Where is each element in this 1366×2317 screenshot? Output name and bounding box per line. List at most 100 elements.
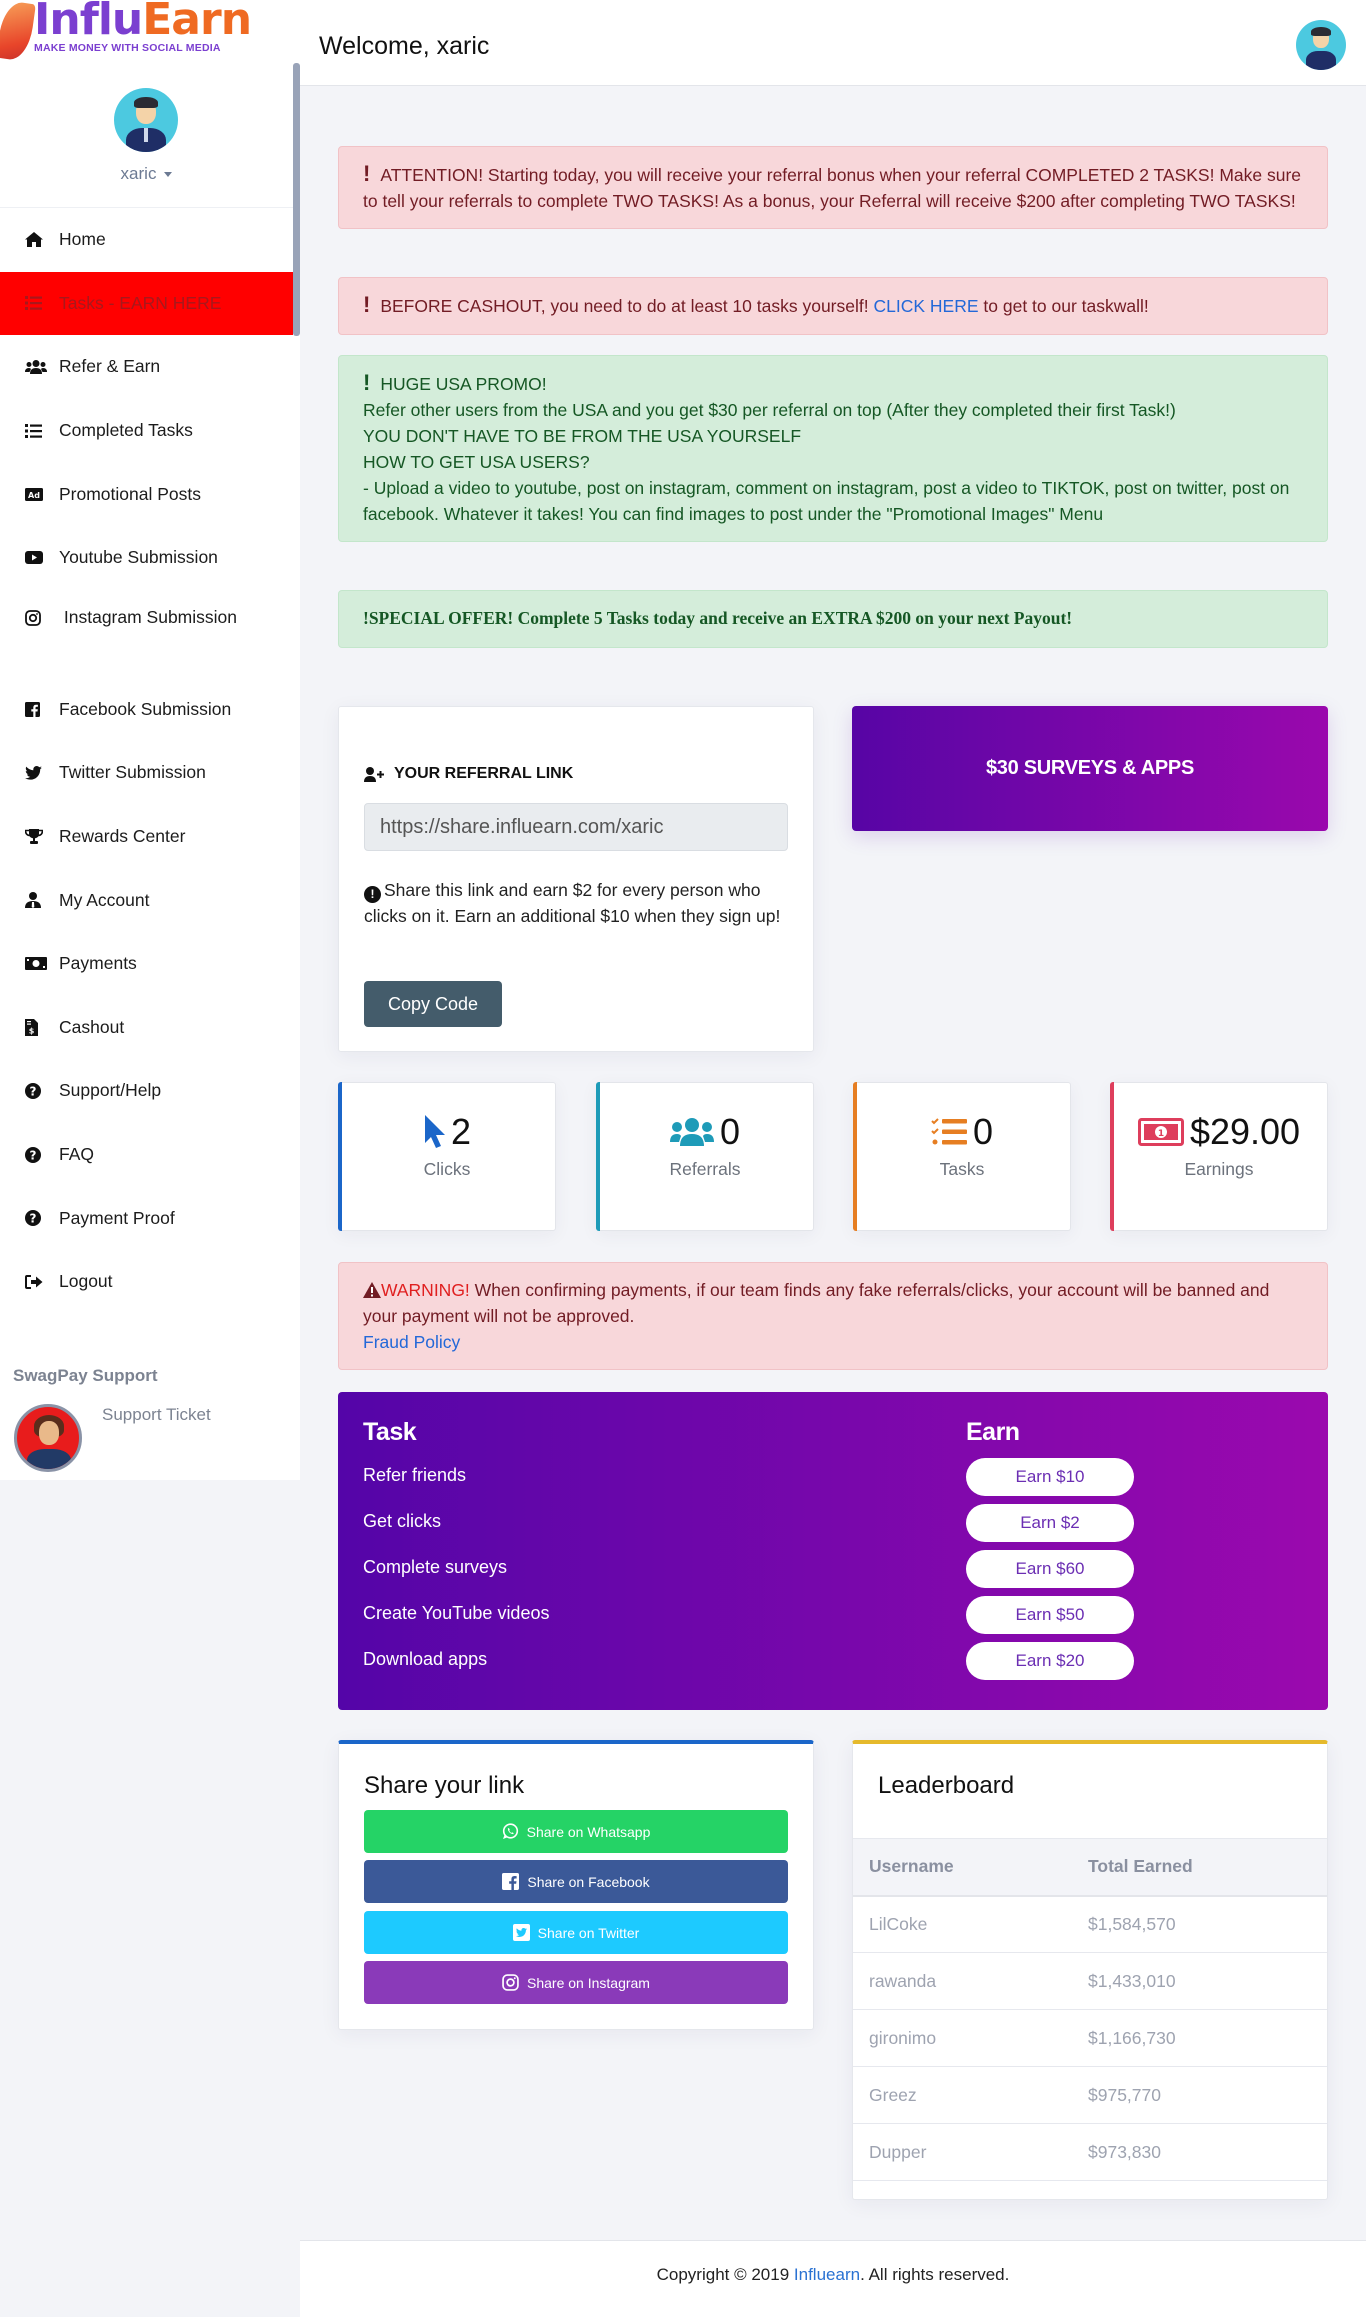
earn-button[interactable]: Earn $2 xyxy=(966,1504,1134,1542)
sidebar-item-tasks[interactable]: Tasks - EARN HERE xyxy=(0,271,293,336)
column-header-username: Username xyxy=(853,1838,1072,1897)
sidebar-item-promotional-posts[interactable]: Ad Promotional Posts xyxy=(0,462,293,526)
facebook-icon xyxy=(502,1873,520,1890)
leaderboard-card: Leaderboard Username Total Earned LilCok… xyxy=(852,1740,1328,2200)
footer-brand-link[interactable]: Influearn xyxy=(794,2265,860,2284)
sidebar-scrollbar[interactable] xyxy=(293,63,300,336)
sidebar-item-completed-tasks[interactable]: Completed Tasks xyxy=(0,399,293,463)
task-earn-table: Task Earn Refer friends Earn $10 Get cli… xyxy=(338,1392,1328,1710)
fraud-warning-alert: WARNING! When confirming payments, if ou… xyxy=(338,1262,1328,1370)
earn-button[interactable]: Earn $50 xyxy=(966,1596,1134,1634)
support-section-title: SwagPay Support xyxy=(13,1366,158,1385)
earn-button[interactable]: Earn $60 xyxy=(966,1550,1134,1588)
whatsapp-icon xyxy=(502,1823,519,1840)
header-avatar[interactable] xyxy=(1296,20,1346,70)
sidebar-item-faq[interactable]: ? FAQ xyxy=(0,1123,293,1187)
fraud-policy-link[interactable]: Fraud Policy xyxy=(363,1332,460,1352)
svg-text:?: ? xyxy=(30,1084,37,1098)
share-title: Share your link xyxy=(364,1772,525,1799)
sidebar-item-home[interactable]: Home xyxy=(0,208,293,272)
svg-text:?: ? xyxy=(30,1212,37,1226)
sign-out-icon xyxy=(25,1274,47,1289)
sidebar-item-instagram-submission[interactable]: Instagram Submission xyxy=(0,590,293,678)
youtube-icon xyxy=(25,551,47,565)
cashout-alert: ! BEFORE CASHOUT, you need to do at least… xyxy=(338,277,1328,335)
sidebar-item-twitter-submission[interactable]: Twitter Submission xyxy=(0,741,293,805)
special-offer-alert: !SPECIAL OFFER! Complete 5 Tasks today a… xyxy=(338,590,1328,648)
sidebar-item-my-account[interactable]: My Account xyxy=(0,868,293,932)
svg-text:1: 1 xyxy=(1158,1129,1164,1139)
exclamation-icon: ! xyxy=(363,161,371,186)
svg-text:Ad: Ad xyxy=(28,491,40,500)
twitter-icon xyxy=(25,765,47,780)
stat-card-referrals: 0 Referrals xyxy=(596,1082,814,1231)
avatar[interactable] xyxy=(114,88,178,152)
twitter-icon xyxy=(512,1924,530,1941)
exclamation-icon: ! xyxy=(363,370,371,395)
instagram-icon xyxy=(502,1974,519,1991)
warning-triangle-icon xyxy=(363,1282,381,1298)
sidebar-item-refer-earn[interactable]: Refer & Earn xyxy=(0,335,293,399)
invoice-dollar-icon: $ xyxy=(25,1018,47,1036)
share-link-card: Share your link Share on Whatsapp Share … xyxy=(338,1740,814,2030)
stat-card-tasks: 0 Tasks xyxy=(853,1082,1071,1231)
svg-text:?: ? xyxy=(30,1148,37,1162)
usa-promo-alert: ! HUGE USA PROMO! Refer other users from … xyxy=(338,355,1328,542)
stat-card-clicks: 2 Clicks xyxy=(338,1082,556,1231)
sidebar-item-payments[interactable]: Payments xyxy=(0,932,293,996)
sidebar-item-logout[interactable]: Logout xyxy=(0,1250,293,1314)
user-plus-icon xyxy=(364,766,384,782)
table-row: LilCoke $1,584,570 xyxy=(853,1895,1327,1953)
leaderboard-table: Username Total Earned LilCoke $1,584,570 … xyxy=(853,1838,1327,2181)
referral-card: YOUR REFERRAL LINK !Share this link and … xyxy=(338,706,814,1052)
earn-button[interactable]: Earn $20 xyxy=(966,1642,1134,1680)
table-row: Dupper $973,830 xyxy=(853,2123,1327,2181)
question-circle-icon: ? xyxy=(25,1210,47,1227)
sidebar-profile: xaric xyxy=(0,62,293,208)
task-label: Create YouTube videos xyxy=(363,1603,550,1623)
sidebar: InfluEarn MAKE MONEY WITH SOCIAL MEDIA x… xyxy=(0,0,300,1480)
brand-logo[interactable]: InfluEarn MAKE MONEY WITH SOCIAL MEDIA xyxy=(0,0,300,62)
tasks-icon xyxy=(931,1118,967,1146)
stat-card-earnings: 1 $29.00 Earnings xyxy=(1110,1082,1328,1231)
share-instagram-button[interactable]: Share on Instagram xyxy=(364,1961,788,2004)
share-facebook-button[interactable]: Share on Facebook xyxy=(364,1860,788,1903)
sidebar-item-cashout[interactable]: $ Cashout xyxy=(0,996,293,1060)
table-row: gironimo $1,166,730 xyxy=(853,2009,1327,2067)
earn-column-header: Earn xyxy=(966,1418,1020,1446)
user-dropdown[interactable]: xaric xyxy=(0,164,293,184)
sidebar-item-payment-proof[interactable]: ? Payment Proof xyxy=(0,1186,293,1250)
copy-code-button[interactable]: Copy Code xyxy=(364,981,502,1027)
tasks-icon xyxy=(25,296,47,311)
sidebar-item-support-help[interactable]: ? Support/Help xyxy=(0,1059,293,1123)
share-whatsapp-button[interactable]: Share on Whatsapp xyxy=(364,1810,788,1853)
surveys-apps-button[interactable]: $30 SURVEYS & APPS xyxy=(852,706,1328,831)
support-ticket-link[interactable]: Support Ticket xyxy=(102,1405,211,1425)
earn-button[interactable]: Earn $10 xyxy=(966,1458,1134,1496)
share-twitter-button[interactable]: Share on Twitter xyxy=(364,1911,788,1954)
table-row: rawanda $1,433,010 xyxy=(853,1952,1327,2010)
taskwall-link[interactable]: CLICK HERE xyxy=(873,296,978,316)
mouse-pointer-icon xyxy=(423,1115,445,1149)
logo-leaf-icon xyxy=(0,0,36,62)
footer: Copyright © 2019 Influearn. All rights r… xyxy=(300,2240,1366,2317)
top-header: Welcome, xaric xyxy=(300,0,1366,86)
attention-alert: ! ATTENTION! Starting today, you will rec… xyxy=(338,146,1328,229)
trophy-icon xyxy=(25,829,47,845)
column-header-total-earned: Total Earned xyxy=(1072,1838,1327,1897)
sidebar-item-rewards-center[interactable]: Rewards Center xyxy=(0,805,293,869)
svg-text:$: $ xyxy=(29,1026,35,1035)
logo-wordmark: InfluEarn xyxy=(34,0,252,45)
table-row: Greez $975,770 xyxy=(853,2066,1327,2124)
sidebar-item-facebook-submission[interactable]: Facebook Submission xyxy=(0,678,293,742)
instagram-icon xyxy=(25,610,47,626)
referral-note: ! Share this link and earn $2 for every p… xyxy=(364,880,781,926)
sidebar-nav: Home Tasks - EARN HERE Refer & Earn Comp… xyxy=(0,208,293,1314)
leaderboard-title: Leaderboard xyxy=(878,1772,1015,1799)
sidebar-item-youtube-submission[interactable]: Youtube Submission xyxy=(0,526,293,590)
tasks-icon xyxy=(25,423,47,438)
user-tie-icon xyxy=(25,892,47,909)
caret-down-icon xyxy=(164,172,173,178)
task-label: Download apps xyxy=(363,1649,488,1669)
referral-link-input[interactable] xyxy=(364,803,788,851)
